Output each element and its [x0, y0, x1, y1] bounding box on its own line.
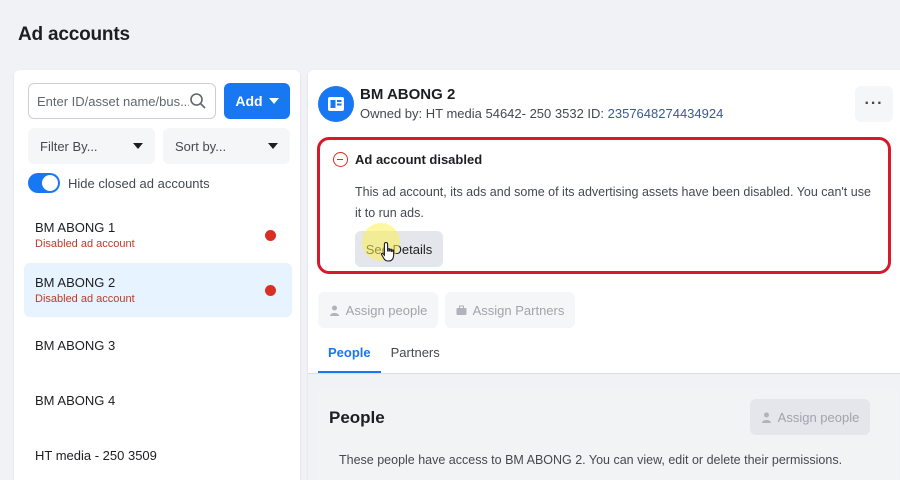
people-assign-label: Assign people: [777, 409, 860, 425]
business-manager-icon: [318, 86, 354, 122]
see-details-button[interactable]: See Details: [355, 231, 443, 267]
account-list-panel: Enter ID/asset name/bus... Add Filter By…: [14, 70, 300, 480]
more-icon: ···: [864, 95, 884, 112]
hide-closed-toggle[interactable]: [28, 173, 60, 193]
account-list-item-selected[interactable]: BM ABONG 2 Disabled ad account: [24, 263, 292, 317]
hide-closed-toggle-row: Hide closed ad accounts: [28, 173, 210, 193]
account-title: BM ABONG 2: [360, 86, 456, 103]
account-list-item[interactable]: HT media - 250 3509: [24, 428, 292, 480]
tab-people[interactable]: People: [318, 340, 381, 374]
people-section-description: These people have access to BM ABONG 2. …: [339, 453, 843, 467]
status-dot: [265, 230, 276, 241]
assign-partners-button[interactable]: Assign Partners: [445, 292, 575, 328]
tab-partners[interactable]: Partners: [381, 340, 450, 374]
minus-circle-icon: [333, 152, 348, 167]
filter-dropdown[interactable]: Filter By...: [28, 128, 155, 164]
chevron-down-icon: [268, 98, 279, 104]
people-section-title: People: [329, 408, 385, 427]
detail-tabs: People Partners: [318, 340, 450, 374]
add-button-label: Add: [235, 93, 263, 109]
status-dot: [265, 285, 276, 296]
account-list-item[interactable]: BM ABONG 3: [24, 318, 292, 372]
filter-label: Filter By...: [40, 138, 98, 154]
person-icon: [329, 305, 339, 316]
account-name: BM ABONG 3: [35, 337, 116, 353]
hide-closed-label: Hide closed ad accounts: [68, 175, 210, 191]
account-detail-panel: BM ABONG 2 Owned by: HT media 54642- 250…: [308, 70, 900, 480]
sort-dropdown[interactable]: Sort by...: [163, 128, 290, 164]
search-icon: [190, 93, 206, 109]
alert-title: Ad account disabled: [355, 152, 483, 167]
owner-text: Owned by: HT media 54642- 250 3532 ID:: [360, 106, 608, 121]
alert-body: This ad account, its ads and some of its…: [355, 185, 871, 220]
account-list-item[interactable]: BM ABONG 4: [24, 373, 292, 427]
add-button[interactable]: Add: [224, 83, 290, 119]
disabled-alert: Ad account disabled This ad account, its…: [317, 137, 891, 274]
person-icon: [761, 412, 771, 423]
sort-label: Sort by...: [175, 138, 227, 154]
account-status: Disabled ad account: [35, 238, 135, 250]
people-assign-button[interactable]: Assign people: [750, 399, 870, 435]
account-name: BM ABONG 1: [35, 220, 116, 235]
account-name: HT media - 250 3509: [35, 447, 157, 463]
more-options-button[interactable]: ···: [855, 86, 893, 122]
assign-partners-label: Assign Partners: [472, 302, 565, 318]
assign-people-button[interactable]: Assign people: [318, 292, 438, 328]
account-status: Disabled ad account: [35, 293, 135, 305]
account-list-item[interactable]: BM ABONG 1 Disabled ad account: [24, 208, 292, 262]
search-placeholder: Enter ID/asset name/bus...: [37, 93, 189, 109]
account-id-link[interactable]: 2357648274434924: [608, 106, 724, 121]
chevron-down-icon: [133, 143, 143, 149]
account-name: BM ABONG 4: [35, 392, 116, 408]
account-name: BM ABONG 2: [35, 275, 116, 290]
briefcase-icon: [456, 305, 467, 315]
search-input[interactable]: Enter ID/asset name/bus...: [28, 83, 216, 119]
chevron-down-icon: [268, 143, 278, 149]
account-owner: Owned by: HT media 54642- 250 3532 ID: 2…: [360, 106, 723, 121]
assign-people-label: Assign people: [345, 302, 428, 318]
page-title: Ad accounts: [18, 24, 130, 45]
